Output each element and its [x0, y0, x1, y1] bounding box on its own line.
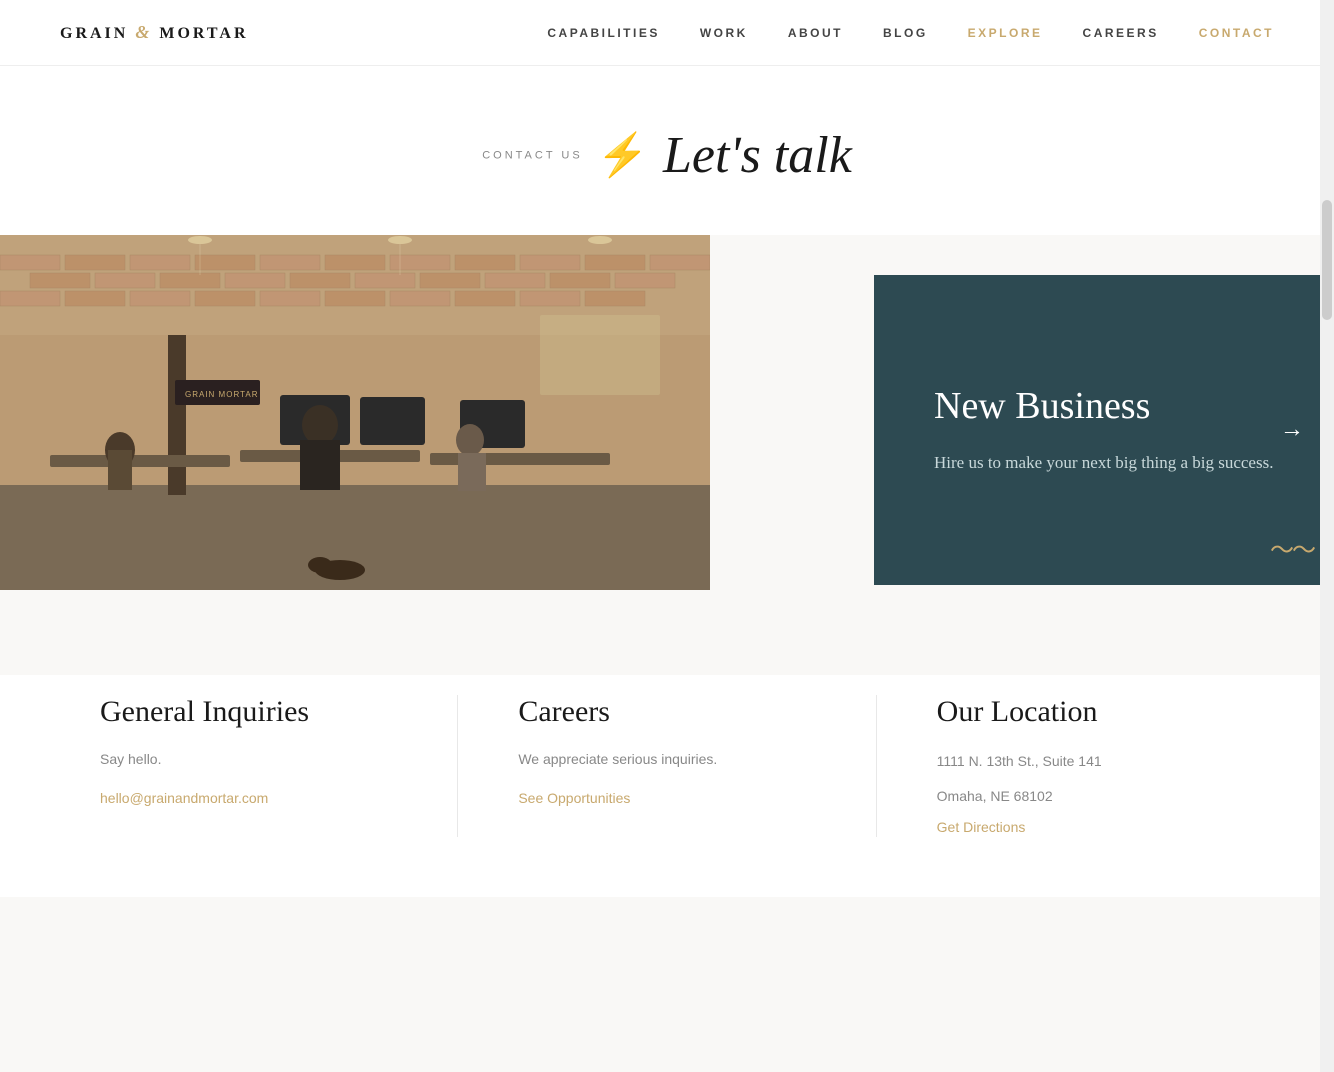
- address-line2: Omaha, NE 68102: [937, 784, 1234, 809]
- contact-col-location: Our Location 1111 N. 13th St., Suite 141…: [876, 695, 1234, 837]
- nav-item-explore[interactable]: EXPLORE: [968, 24, 1043, 42]
- nav-item-capabilities[interactable]: CAPABILITIES: [547, 24, 659, 42]
- careers-heading: Careers: [518, 695, 815, 729]
- office-photo: GRAIN MORTAR: [0, 235, 710, 590]
- scrollbar[interactable]: [1320, 0, 1334, 1072]
- nav-item-blog[interactable]: BLOG: [883, 24, 928, 42]
- lightning-icon: ⚡: [597, 133, 649, 179]
- contact-columns: General Inquiries Say hello. hello@grain…: [0, 675, 1334, 897]
- office-image: GRAIN MORTAR: [0, 235, 710, 590]
- contact-col-general: General Inquiries Say hello. hello@grain…: [100, 695, 397, 837]
- hero-eyebrow: CONTACT US: [482, 150, 583, 162]
- card-title: New Business: [934, 384, 1274, 430]
- nav-item-contact[interactable]: CONTACT: [1199, 24, 1274, 42]
- see-opportunities-link[interactable]: See Opportunities: [518, 790, 630, 806]
- logo-ampersand: &: [135, 22, 152, 42]
- main-nav: GRAIN & MORTAR CAPABILITIES WORK ABOUT B…: [0, 0, 1334, 66]
- nav-item-careers[interactable]: CAREERS: [1083, 24, 1159, 42]
- nav-menu: CAPABILITIES WORK ABOUT BLOG EXPLORE CAR…: [547, 24, 1274, 42]
- general-inquiries-subtext: Say hello.: [100, 749, 397, 770]
- site-logo[interactable]: GRAIN & MORTAR: [60, 22, 249, 43]
- hero-title: Let's talk: [663, 127, 852, 184]
- general-inquiries-email-link[interactable]: hello@grainandmortar.com: [100, 790, 268, 806]
- contact-col-careers: Careers We appreciate serious inquiries.…: [457, 695, 815, 837]
- address-line1: 1111 N. 13th St., Suite 141: [937, 749, 1234, 774]
- location-heading: Our Location: [937, 695, 1234, 729]
- new-business-card: New Business Hire us to make your next b…: [874, 275, 1334, 585]
- careers-subtext: We appreciate serious inquiries.: [518, 749, 815, 770]
- nav-item-work[interactable]: WORK: [700, 24, 748, 42]
- logo-text-mortar: MORTAR: [159, 25, 248, 42]
- card-description: Hire us to make your next big thing a bi…: [934, 449, 1274, 476]
- squiggle-decoration: 〜〜: [1270, 530, 1314, 565]
- card-arrow-button[interactable]: →: [1280, 417, 1304, 444]
- svg-text:GRAIN MORTAR: GRAIN MORTAR: [185, 390, 258, 399]
- scrollbar-thumb[interactable]: [1322, 200, 1332, 320]
- office-section: GRAIN MORTAR New Business Hire us to mak…: [0, 235, 1334, 595]
- nav-item-about[interactable]: ABOUT: [788, 24, 843, 42]
- get-directions-link[interactable]: Get Directions: [937, 819, 1026, 835]
- general-inquiries-heading: General Inquiries: [100, 695, 397, 729]
- hero-section: CONTACT US ⚡ Let's talk: [0, 66, 1334, 235]
- logo-text-grain: GRAIN: [60, 25, 128, 42]
